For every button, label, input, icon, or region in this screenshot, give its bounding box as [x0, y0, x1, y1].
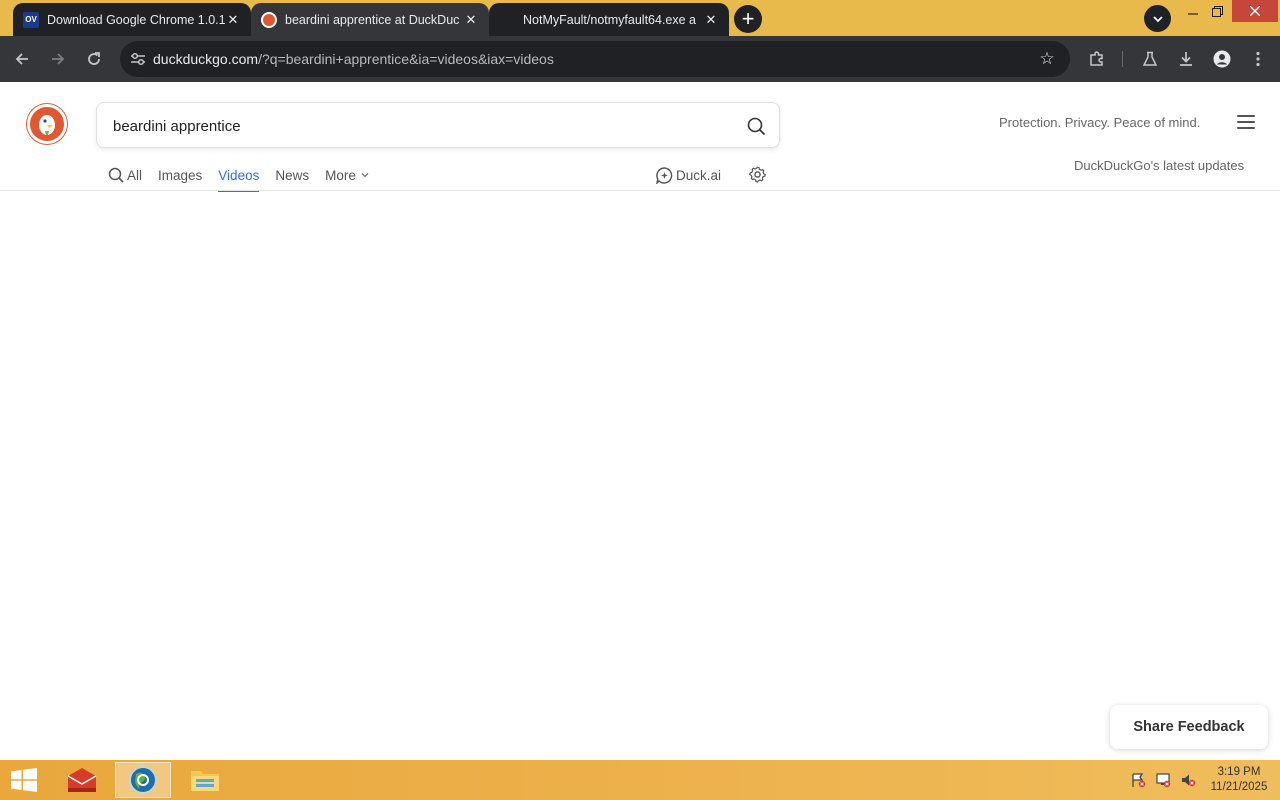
- chat-sparkle-icon: [656, 166, 673, 184]
- toolbox-icon: [67, 768, 97, 792]
- menu-line: [1237, 115, 1255, 117]
- flask-icon: [1142, 51, 1158, 66]
- puzzle-icon: [1090, 51, 1103, 66]
- header-divider: [0, 190, 1280, 191]
- search-icon: [108, 167, 124, 183]
- close-window-button[interactable]: [1232, 0, 1278, 22]
- downloads-button[interactable]: [1173, 46, 1199, 72]
- site-info-icon[interactable]: [128, 49, 148, 69]
- search-box[interactable]: [96, 102, 780, 148]
- taskbar-app-toolbox[interactable]: [54, 762, 110, 798]
- close-tab-icon[interactable]: ✕: [463, 12, 479, 28]
- blank-favicon-icon: [499, 12, 515, 28]
- chrome-menu-button[interactable]: [1245, 46, 1271, 72]
- taskbar-app-file-explorer[interactable]: [177, 762, 233, 798]
- tab-all[interactable]: All: [108, 160, 142, 190]
- search-button[interactable]: [743, 113, 769, 139]
- duckduckgo-logo[interactable]: [27, 104, 67, 144]
- close-icon: [1250, 6, 1260, 16]
- url-host: duckduckgo.com: [153, 51, 259, 67]
- tagline[interactable]: Protection. Privacy. Peace of mind.: [999, 115, 1200, 130]
- tab-title: Download Google Chrome 1.0.1: [47, 12, 225, 27]
- tab-all-label: All: [127, 167, 143, 183]
- ov-favicon-icon: OV: [23, 11, 39, 28]
- duck-ai-label: Duck.ai: [676, 167, 722, 183]
- clock-date: 11/21/2025: [1210, 781, 1268, 793]
- gear-icon: [748, 166, 766, 183]
- new-tab-button[interactable]: +: [734, 5, 762, 33]
- tab-more[interactable]: More: [325, 160, 370, 190]
- tab-download-chrome[interactable]: OV Download Google Chrome 1.0.1 ✕: [13, 3, 251, 36]
- clock-time: 3:19 PM: [1217, 766, 1261, 778]
- url-path: /?q=beardini+apprentice&ia=videos&iax=vi…: [258, 51, 554, 67]
- close-tab-icon[interactable]: ✕: [703, 12, 719, 28]
- settings-button[interactable]: [746, 163, 768, 185]
- arrow-left-icon: [15, 53, 28, 65]
- chevron-down-icon: [361, 173, 369, 178]
- address-url[interactable]: duckduckgo.com/?q=beardini+apprentice&ia…: [153, 51, 554, 67]
- chevron-down-icon: [1152, 15, 1163, 22]
- action-center-flag-icon[interactable]: [1130, 772, 1146, 788]
- folder-icon: [191, 771, 219, 791]
- toolbar-divider: [1122, 51, 1123, 67]
- latest-updates-link[interactable]: DuckDuckGo's latest updates: [1074, 158, 1244, 173]
- browser-toolbar: duckduckgo.com/?q=beardini+apprentice&ia…: [0, 36, 1280, 82]
- restore-icon: [1211, 5, 1223, 17]
- search-icon: [747, 117, 765, 135]
- tab-more-label: More: [325, 167, 356, 183]
- search-input[interactable]: [113, 114, 723, 138]
- avatar-icon: [1213, 50, 1231, 68]
- windows-logo-icon: [11, 768, 37, 792]
- minimize-icon: [1188, 13, 1198, 15]
- menu-line: [1237, 127, 1255, 129]
- tab-strip: OV Download Google Chrome 1.0.1 ✕ beardi…: [0, 0, 1280, 36]
- download-icon: [1180, 52, 1192, 66]
- close-tab-icon[interactable]: ✕: [225, 12, 241, 28]
- back-button[interactable]: [9, 46, 35, 72]
- bookmark-star-icon[interactable]: ☆: [1035, 47, 1059, 71]
- tab-images[interactable]: Images: [158, 160, 202, 190]
- profile-button[interactable]: [1209, 46, 1235, 72]
- address-bar[interactable]: duckduckgo.com/?q=beardini+apprentice&ia…: [120, 41, 1070, 77]
- reload-button[interactable]: [81, 46, 107, 72]
- start-button[interactable]: [10, 768, 38, 792]
- menu-line: [1237, 121, 1255, 123]
- system-clock[interactable]: 3:19 PM 11/21/2025: [1205, 765, 1273, 795]
- hamburger-menu-button[interactable]: [1235, 112, 1257, 132]
- tab-news[interactable]: News: [275, 160, 309, 190]
- tab-title: beardini apprentice at DuckDuc: [285, 12, 460, 27]
- duckduckgo-favicon-icon: [261, 11, 277, 28]
- network-icon[interactable]: [1155, 772, 1171, 788]
- duck-ai-link[interactable]: Duck.ai: [656, 160, 721, 190]
- tab-videos[interactable]: Videos: [218, 160, 260, 192]
- extensions-button[interactable]: [1084, 46, 1110, 72]
- tab-notmyfault[interactable]: NotMyFault/notmyfault64.exe a ✕: [489, 3, 729, 36]
- forward-button[interactable]: [45, 46, 71, 72]
- tab-title: NotMyFault/notmyfault64.exe a: [523, 12, 696, 27]
- restore-button[interactable]: [1200, 0, 1234, 22]
- duckduckgo-page: Protection. Privacy. Peace of mind. All …: [0, 82, 1280, 760]
- reload-icon: [88, 52, 100, 65]
- more-vert-icon: [1256, 51, 1260, 67]
- search-nav-tabs: All Images Videos News More: [108, 160, 386, 192]
- arrow-right-icon: [52, 53, 65, 65]
- windows-taskbar: 3:19 PM 11/21/2025: [0, 760, 1280, 800]
- tab-duckduckgo[interactable]: beardini apprentice at DuckDuc ✕: [251, 3, 489, 36]
- labs-button[interactable]: [1137, 46, 1163, 72]
- tab-search-button[interactable]: [1144, 5, 1171, 32]
- taskbar-app-chrome[interactable]: [115, 762, 171, 798]
- volume-icon[interactable]: [1180, 772, 1196, 788]
- share-feedback-button[interactable]: Share Feedback: [1110, 705, 1268, 749]
- globe-icon: [129, 766, 157, 794]
